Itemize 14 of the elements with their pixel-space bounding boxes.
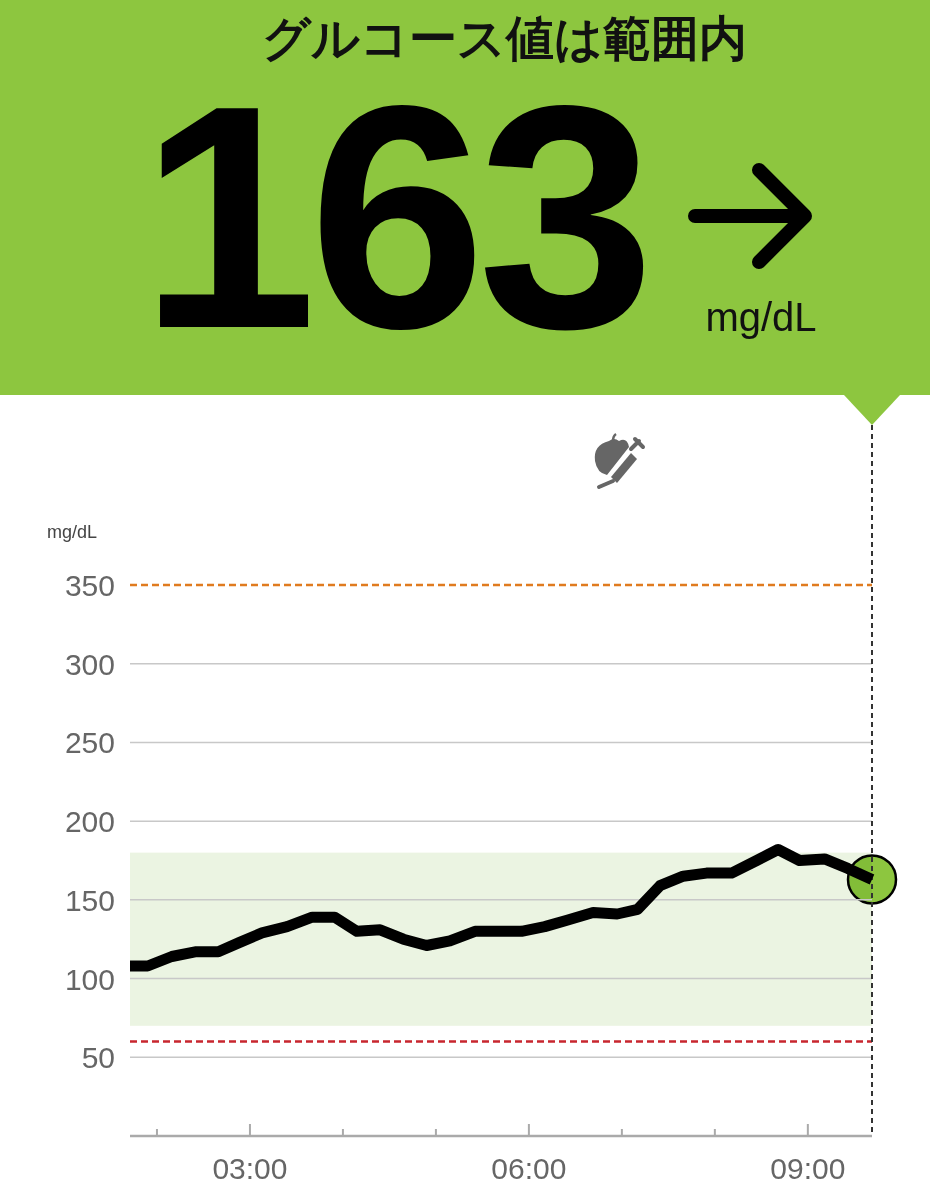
- x-tick-label: 03:00: [212, 1152, 288, 1185]
- axis-unit-label: mg/dL: [47, 522, 98, 542]
- y-tick-label: 100: [64, 962, 115, 996]
- y-tick-label: 200: [64, 805, 115, 839]
- x-tick-label: 06:00: [491, 1152, 567, 1185]
- x-tick-label: 09:00: [770, 1152, 846, 1185]
- unit-label: mg/dL: [705, 295, 817, 340]
- glucose-value: 163: [140, 72, 647, 362]
- y-tick-label: 50: [81, 1041, 115, 1075]
- y-tick-label: 350: [64, 569, 115, 602]
- y-tick-label: 250: [64, 726, 115, 760]
- status-text: グルコース値は範囲内: [262, 9, 747, 68]
- y-tick-label: 150: [64, 883, 115, 917]
- y-tick-label: 300: [64, 647, 115, 681]
